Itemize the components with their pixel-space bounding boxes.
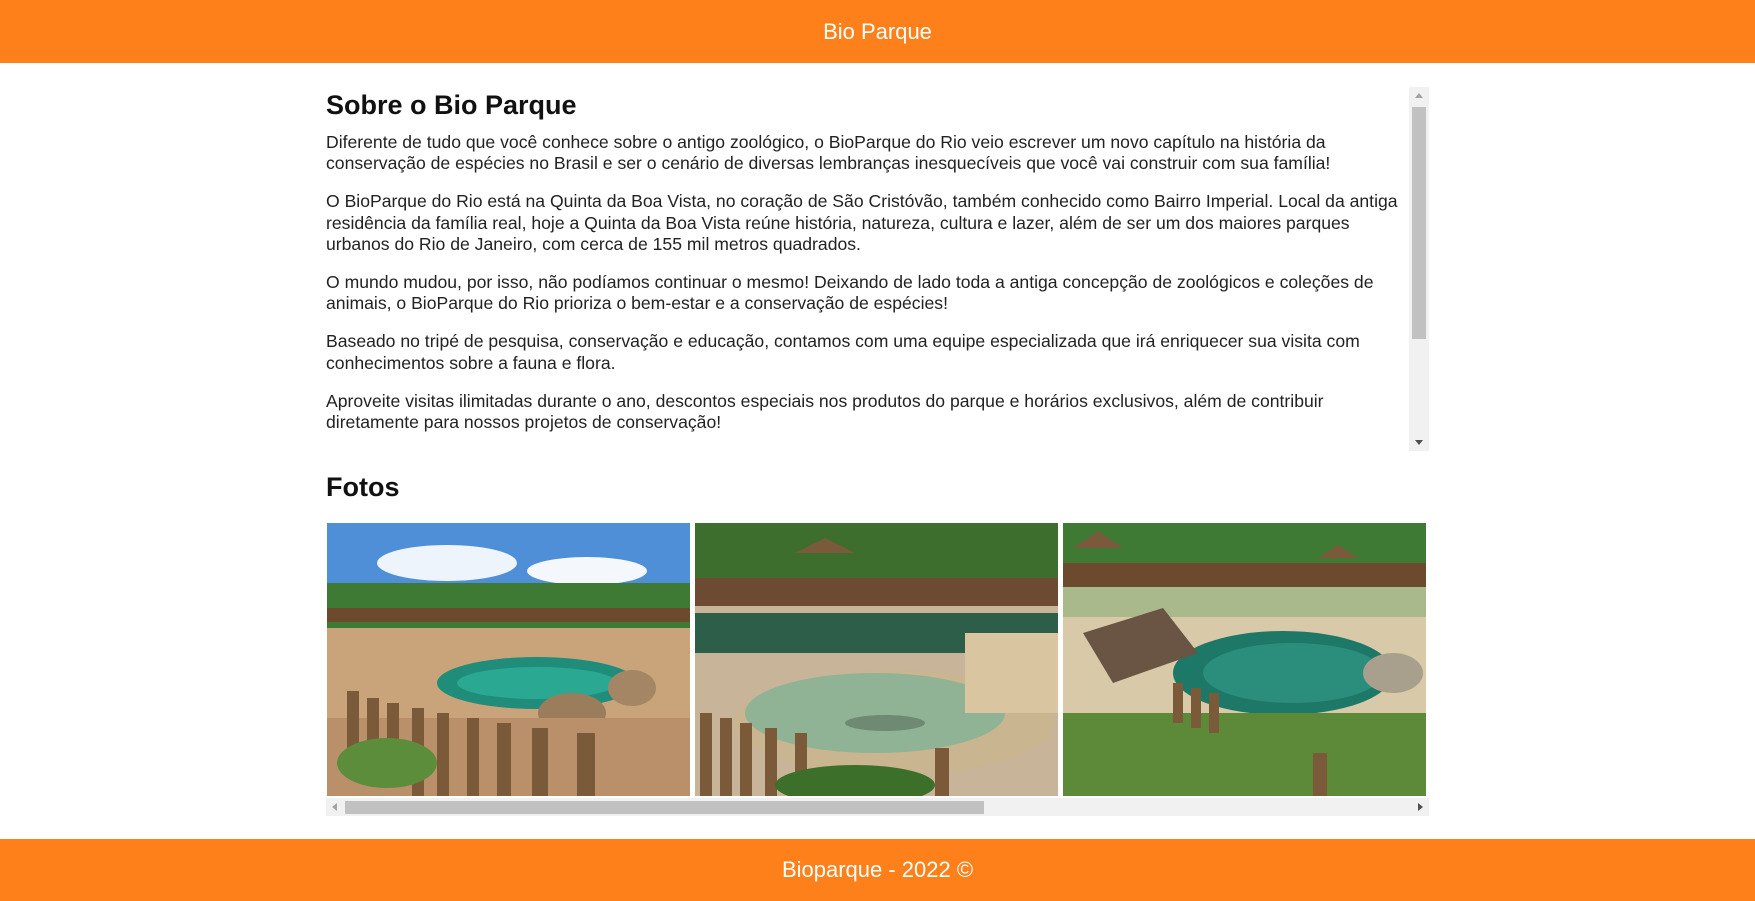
footer-text: Bioparque - 2022 © xyxy=(781,857,974,882)
about-paragraph: Diferente de tudo que você conhece sobre… xyxy=(326,132,1331,174)
park-photo xyxy=(695,523,1058,796)
about-section[interactable]: Sobre o Bio Parque Diferente de tudo que… xyxy=(326,87,1429,451)
scroll-right-arrow-icon[interactable] xyxy=(1412,798,1429,816)
about-paragraph: O mundo mudou, por isso, não podíamos co… xyxy=(326,272,1374,314)
top-bar: Bio Parque xyxy=(0,0,1755,63)
vertical-scrollbar[interactable] xyxy=(1409,87,1429,451)
photos-heading: Fotos xyxy=(326,472,400,502)
about-content: Sobre o Bio Parque Diferente de tudo que… xyxy=(326,87,1406,451)
about-heading: Sobre o Bio Parque xyxy=(326,90,577,120)
about-paragraph: O BioParque do Rio está na Quinta da Boa… xyxy=(326,191,1398,254)
scroll-down-arrow-icon[interactable] xyxy=(1409,434,1429,451)
scroll-left-arrow-icon[interactable] xyxy=(326,798,343,816)
horizontal-scrollbar[interactable] xyxy=(326,798,1429,816)
park-photo xyxy=(327,523,690,796)
about-paragraph: Baseado no tripé de pesquisa, conservaçã… xyxy=(326,331,1360,373)
about-paragraph: Aproveite visitas ilimitadas durante o a… xyxy=(326,390,1324,433)
site-title: Bio Parque xyxy=(823,18,932,44)
photo-gallery[interactable] xyxy=(326,522,1429,816)
horizontal-scroll-thumb[interactable] xyxy=(345,801,984,814)
footer: Bioparque - 2022 © xyxy=(0,839,1755,901)
scroll-up-arrow-icon[interactable] xyxy=(1409,87,1429,104)
vertical-scroll-thumb[interactable] xyxy=(1412,107,1426,339)
park-photo xyxy=(1063,523,1426,796)
